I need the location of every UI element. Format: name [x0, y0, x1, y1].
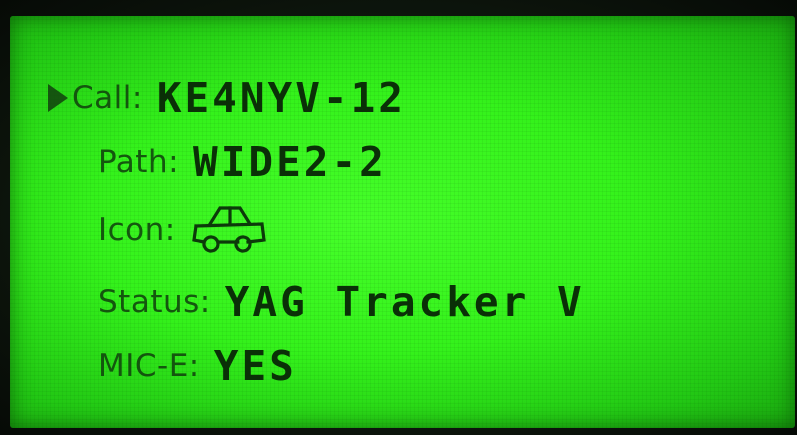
selection-cursor-icon — [48, 84, 68, 112]
mic-e-value: YES — [213, 342, 297, 390]
mic-e-label: MIC-E: — [98, 348, 200, 384]
menu-row-mic-e[interactable]: MIC-E: YES — [98, 342, 297, 390]
call-value: KE4NYV-12 — [156, 74, 406, 122]
lcd-screen: Call: KE4NYV-12 Path: WIDE2-2 Icon: Stat… — [10, 16, 795, 428]
menu-row-call[interactable]: Call: KE4NYV-12 — [48, 74, 406, 122]
device-bezel: Call: KE4NYV-12 Path: WIDE2-2 Icon: Stat… — [0, 0, 797, 435]
menu-row-path[interactable]: Path: WIDE2-2 — [98, 138, 387, 186]
path-label: Path: — [98, 144, 180, 180]
path-value: WIDE2-2 — [193, 138, 387, 186]
status-value: YAG Tracker V — [224, 278, 585, 326]
menu-row-icon[interactable]: Icon: — [98, 202, 268, 258]
icon-label: Icon: — [98, 212, 176, 248]
car-icon — [191, 206, 266, 253]
status-label: Status: — [98, 284, 211, 320]
call-label: Call: — [72, 80, 143, 116]
menu-row-status[interactable]: Status: YAG Tracker V — [98, 278, 585, 326]
